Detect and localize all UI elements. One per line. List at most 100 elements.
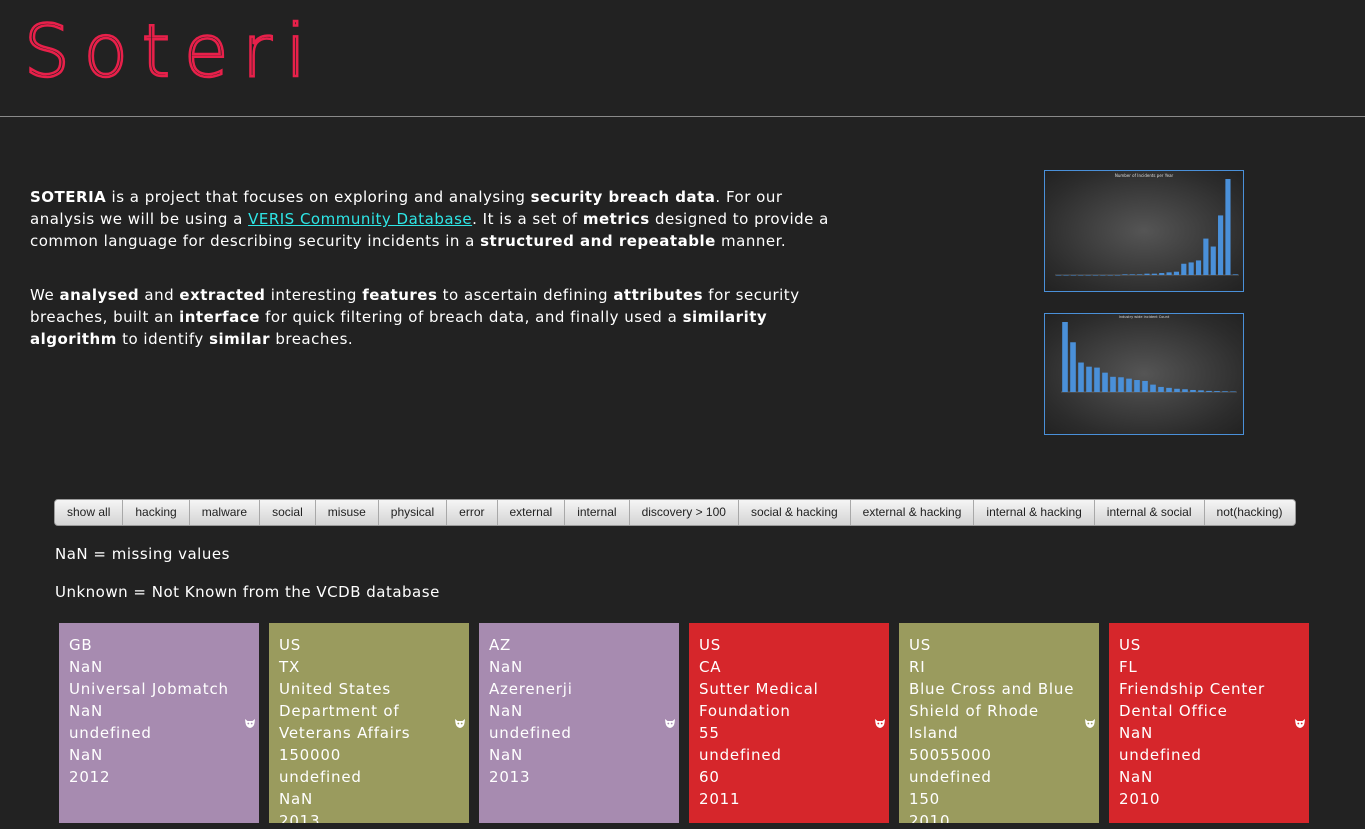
intro-text-segment: interesting [265, 286, 363, 304]
hacker-icon [875, 719, 885, 728]
filter-button-malware[interactable]: malware [189, 500, 261, 525]
veris-database-link[interactable]: VERIS Community Database [248, 210, 472, 228]
breach-card[interactable]: US FL Friendship Center Dental Office NaN un… [1109, 623, 1309, 823]
breach-card[interactable]: GB NaN Universal Jobmatch NaN undefined NaN 20… [59, 623, 259, 823]
bar [1151, 273, 1157, 275]
breach-card-field: Universal Jobmatch [69, 680, 229, 698]
breach-card-field: RI [909, 658, 926, 676]
filter-button-external-hacking[interactable]: external & hacking [850, 500, 975, 525]
breach-card-field: Sutter Medical Foundation [699, 680, 819, 720]
intro-text-segment: for quick filtering of breach data, and … [259, 308, 683, 326]
incidents-per-year-chart: Number of Incidents per Year [1055, 173, 1239, 276]
breach-card-field: NaN [69, 658, 104, 676]
filter-button-external[interactable]: external [497, 500, 566, 525]
breach-card-field: NaN [489, 746, 524, 764]
bar [1173, 271, 1180, 275]
filter-button-error[interactable]: error [447, 500, 498, 525]
emphasis-text: structured and repeatable [480, 232, 716, 250]
breach-card-field: NaN [1119, 724, 1154, 742]
breach-card[interactable]: US RI Blue Cross and Blue Shield of Rhode … [899, 623, 1099, 823]
filter-button-internal-social[interactable]: internal & social [1094, 500, 1205, 525]
breach-card-field: US [279, 636, 302, 654]
bar [1134, 380, 1140, 392]
filter-button-internal[interactable]: internal [565, 500, 630, 525]
emphasis-text: attributes [613, 286, 704, 304]
hacker-icon [1295, 719, 1305, 728]
emphasis-text: interface [179, 308, 260, 326]
breach-card-field: undefined [1119, 746, 1202, 764]
bar [1222, 391, 1228, 392]
breach-card-field: 2012 [69, 768, 111, 786]
filter-button-show-all[interactable]: show all [55, 500, 124, 525]
filter-button-discovery-100[interactable]: discovery > 100 [629, 500, 739, 525]
bar [1063, 275, 1069, 276]
nan-note: NaN = missing values [55, 545, 230, 563]
soteria-logo[interactable]: Soteria [24, 12, 314, 84]
bar [1188, 262, 1194, 275]
incidents-per-year-thumbnail[interactable]: Number of Incidents per Year [1044, 170, 1244, 292]
filter-button-internal-hacking[interactable]: internal & hacking [974, 500, 1095, 525]
breach-card-field: undefined [489, 724, 572, 742]
breach-card-field: NaN [489, 702, 524, 720]
bar [1085, 275, 1091, 276]
breach-card-field: 2010 [909, 812, 951, 823]
bar [1150, 384, 1156, 392]
bar [1181, 263, 1187, 275]
intro-text-segment: breaches. [270, 330, 354, 348]
filter-button-group: show all hacking malware social misuse physic… [54, 499, 1296, 526]
breach-card-field: 50055000 [909, 746, 992, 764]
breach-card-field: undefined [699, 746, 782, 764]
bar [1126, 378, 1132, 392]
intro-text-segment: . It is a set of [472, 210, 583, 228]
bar [1062, 322, 1068, 392]
bar [1110, 376, 1116, 392]
intro-text-segment: manner. [715, 232, 787, 250]
bar [1159, 273, 1165, 275]
breach-card-field: 150 [909, 790, 941, 808]
breach-card-field: CA [699, 658, 722, 676]
breach-card-field: NaN [69, 702, 104, 720]
bar [1078, 275, 1084, 276]
bar [1190, 389, 1196, 392]
hacker-icon [665, 719, 675, 728]
hacker-icon [1085, 719, 1095, 728]
breach-card-field: TX [279, 658, 301, 676]
filter-button-misuse[interactable]: misuse [315, 500, 379, 525]
intro-paragraph-2: We analysed and extracted interesting fe… [30, 284, 850, 350]
header: Soteria [0, 0, 1365, 117]
bar [1195, 260, 1202, 275]
bar [1203, 238, 1209, 275]
breach-card-field: NaN [489, 658, 524, 676]
filter-button-social-hacking[interactable]: social & hacking [738, 500, 851, 525]
filter-button-social[interactable]: social [260, 500, 316, 525]
bar [1086, 366, 1092, 392]
emphasis-text: analysed [59, 286, 140, 304]
filter-button-hacking[interactable]: hacking [123, 500, 190, 525]
filter-button-not-hacking[interactable]: not(hacking) [1204, 500, 1295, 525]
filter-button-physical[interactable]: physical [378, 500, 448, 525]
industry-incident-count-thumbnail[interactable]: Industry wide incident Count [1044, 313, 1244, 435]
hacker-icon [455, 719, 465, 728]
breach-card-field: US [909, 636, 932, 654]
intro-text: SOTERIA is a project that focuses on exp… [30, 186, 850, 382]
breach-card[interactable]: AZ NaN Azerenerji NaN undefined NaN 2013 [479, 623, 679, 823]
emphasis-text: features [362, 286, 438, 304]
breach-card-field: Friendship Center Dental Office [1119, 680, 1265, 720]
emphasis-text: SOTERIA [30, 188, 107, 206]
breach-card-field: AZ [489, 636, 512, 654]
chart-title: Number of Incidents per Year [1115, 173, 1174, 178]
breach-card-field: 55 [699, 724, 720, 742]
bar [1166, 387, 1172, 392]
bar [1100, 275, 1106, 276]
bar [1166, 272, 1172, 275]
breach-card[interactable]: US CA Sutter Medical Foundation 55 undefined… [689, 623, 889, 823]
intro-text-segment: to ascertain defining [437, 286, 614, 304]
bar [1206, 390, 1212, 392]
intro-text-segment: to identify [116, 330, 210, 348]
emphasis-text: security breach data [530, 188, 716, 206]
bar [1122, 274, 1128, 275]
bar [1214, 391, 1220, 392]
breach-card[interactable]: US TX United States Department of Veterans… [269, 623, 469, 823]
bar [1158, 386, 1164, 392]
breach-card-field: Azerenerji [489, 680, 573, 698]
